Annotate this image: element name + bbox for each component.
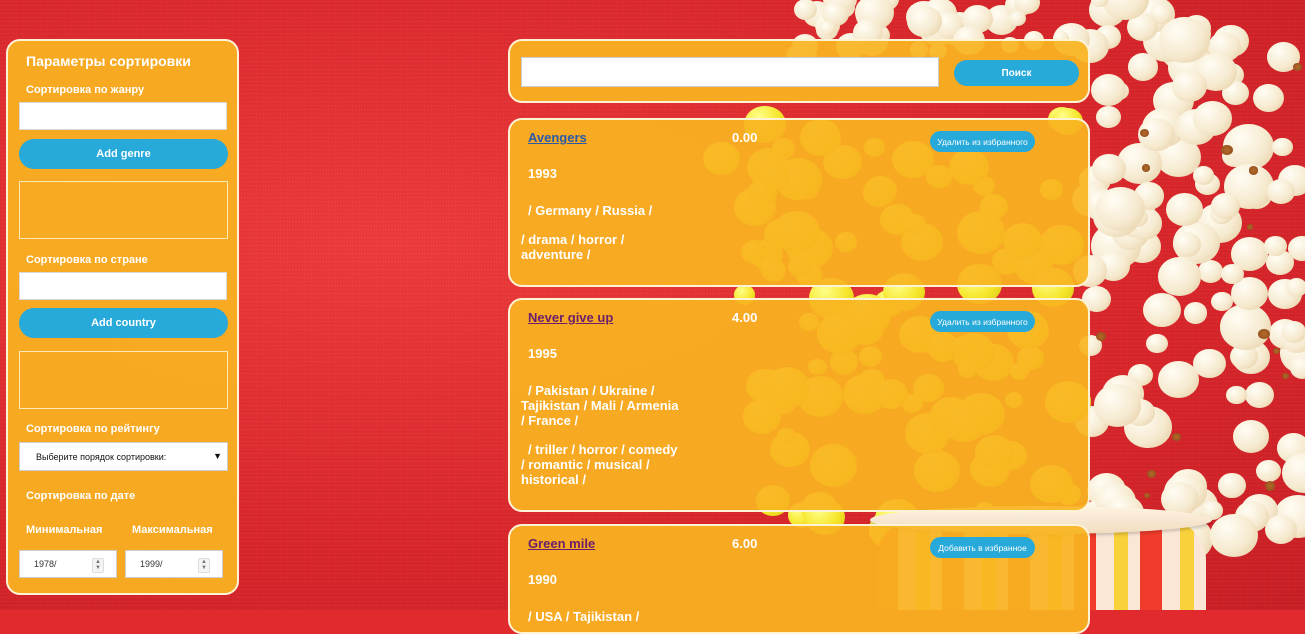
movie-rating: 4.00	[732, 310, 758, 325]
rating-sort-label: Сортировка по рейтингу	[26, 423, 160, 435]
popcorn-kernel	[1267, 178, 1295, 205]
sort-panel-title: Параметры сортировки	[26, 53, 191, 69]
popcorn-kernel	[1090, 73, 1127, 106]
movie-title-link[interactable]: Avengers	[528, 130, 587, 145]
min-date-label: Минимальная	[26, 524, 103, 536]
add-country-button[interactable]: Add country	[19, 308, 228, 338]
spinner-arrows-icon[interactable]: ▲ ▼	[92, 558, 104, 573]
date-sort-label: Сортировка по дате	[26, 490, 136, 502]
max-date-input[interactable]: 1999/ ▲ ▼	[125, 550, 223, 578]
popcorn-kernel	[1165, 192, 1204, 227]
popcorn-kernel	[1183, 302, 1208, 324]
movie-rating: 6.00	[732, 536, 758, 551]
popcorn-kernel	[1139, 128, 1149, 138]
search-input[interactable]	[521, 57, 939, 87]
movie-year: 1993	[528, 166, 557, 181]
popcorn-kernel	[1211, 291, 1233, 312]
popcorn-kernel	[1009, 10, 1026, 26]
max-date-value: 1999/	[140, 559, 163, 569]
popcorn-kernel	[1221, 144, 1233, 156]
popcorn-kernel	[906, 5, 942, 37]
add-favorite-button[interactable]: Добавить в избранное	[930, 537, 1035, 558]
selected-countries-box	[19, 351, 228, 409]
popcorn-kernel	[1158, 257, 1201, 296]
popcorn-kernel	[1193, 101, 1232, 137]
popcorn-kernel	[1096, 105, 1121, 128]
spinner-arrows-icon[interactable]: ▲ ▼	[198, 558, 210, 573]
movie-rating: 0.00	[732, 130, 758, 145]
min-date-value: 1978/	[34, 559, 57, 569]
country-sort-label: Сортировка по стране	[26, 254, 148, 266]
popcorn-kernel	[1247, 224, 1254, 230]
movie-genres: / triller / horror / comedy / romantic /…	[521, 442, 678, 487]
popcorn-kernel	[1143, 292, 1182, 327]
popcorn-kernel	[1293, 63, 1302, 71]
popcorn-kernel	[1248, 166, 1259, 175]
popcorn-kernel	[1282, 373, 1289, 379]
popcorn-kernel	[1127, 53, 1158, 81]
popcorn-kernel	[1233, 420, 1270, 453]
popcorn-kernel	[1193, 165, 1214, 185]
remove-favorite-button[interactable]: Удалить из избранного	[930, 311, 1035, 332]
movie-countries: / Germany / Russia /	[528, 203, 653, 218]
popcorn-kernel	[1141, 164, 1151, 172]
sort-panel: Параметры сортировки Сортировка по жанру…	[6, 39, 239, 595]
popcorn-kernel	[1218, 473, 1246, 498]
popcorn-kernel	[1171, 69, 1208, 102]
popcorn-kernel	[1226, 385, 1247, 405]
popcorn-kernel	[1290, 356, 1305, 379]
chevron-down-icon: ▼	[213, 451, 222, 461]
popcorn-kernel	[1258, 328, 1270, 340]
popcorn-kernel	[1281, 321, 1305, 344]
popcorn-kernel	[1220, 263, 1244, 285]
add-genre-button[interactable]: Add genre	[19, 139, 228, 169]
popcorn-kernel	[1264, 235, 1288, 257]
popcorn-kernel	[1272, 348, 1280, 355]
min-date-input[interactable]: 1978/ ▲ ▼	[19, 550, 117, 578]
movie-countries: / Pakistan / Ukraine / Tajikistan / Mali…	[521, 383, 679, 428]
popcorn-kernel	[1193, 349, 1226, 379]
search-panel: Поиск	[508, 39, 1090, 103]
rating-sort-select[interactable]: Выберите порядок сортировки: ▼	[19, 442, 228, 471]
movie-card: Avengers 0.00 Удалить из избранного 1993…	[508, 118, 1090, 287]
popcorn-kernel	[1145, 333, 1168, 354]
movie-card: Never give up 4.00 Удалить из избранного…	[508, 298, 1090, 512]
movie-year: 1990	[528, 572, 557, 587]
movie-countries: / USA / Tajikistan /	[528, 609, 640, 624]
movie-title-link[interactable]: Green mile	[528, 536, 595, 551]
rating-sort-select-value: Выберите порядок сортировки:	[36, 451, 167, 462]
max-date-label: Максимальная	[132, 524, 213, 536]
search-button[interactable]: Поиск	[954, 60, 1079, 86]
movie-card: Green mile 6.00 Добавить в избранное 199…	[508, 524, 1090, 634]
popcorn-kernel	[1264, 514, 1297, 544]
movie-year: 1995	[528, 346, 557, 361]
popcorn-kernel	[1210, 514, 1259, 558]
country-input[interactable]	[19, 272, 227, 300]
popcorn-kernel	[1172, 433, 1181, 442]
popcorn-kernel	[1220, 304, 1272, 350]
popcorn-kernel	[1285, 277, 1305, 297]
genre-input[interactable]	[19, 102, 227, 130]
genre-sort-label: Сортировка по жанру	[26, 84, 145, 96]
movie-genres: / drama / horror / adventure /	[521, 232, 625, 262]
popcorn-kernel	[1093, 384, 1141, 427]
movie-title-link[interactable]: Never give up	[528, 310, 613, 325]
popcorn-kernel	[1256, 459, 1281, 483]
remove-favorite-button[interactable]: Удалить из избранного	[930, 131, 1035, 152]
popcorn-kernel	[1245, 381, 1275, 408]
selected-genres-box	[19, 181, 228, 239]
